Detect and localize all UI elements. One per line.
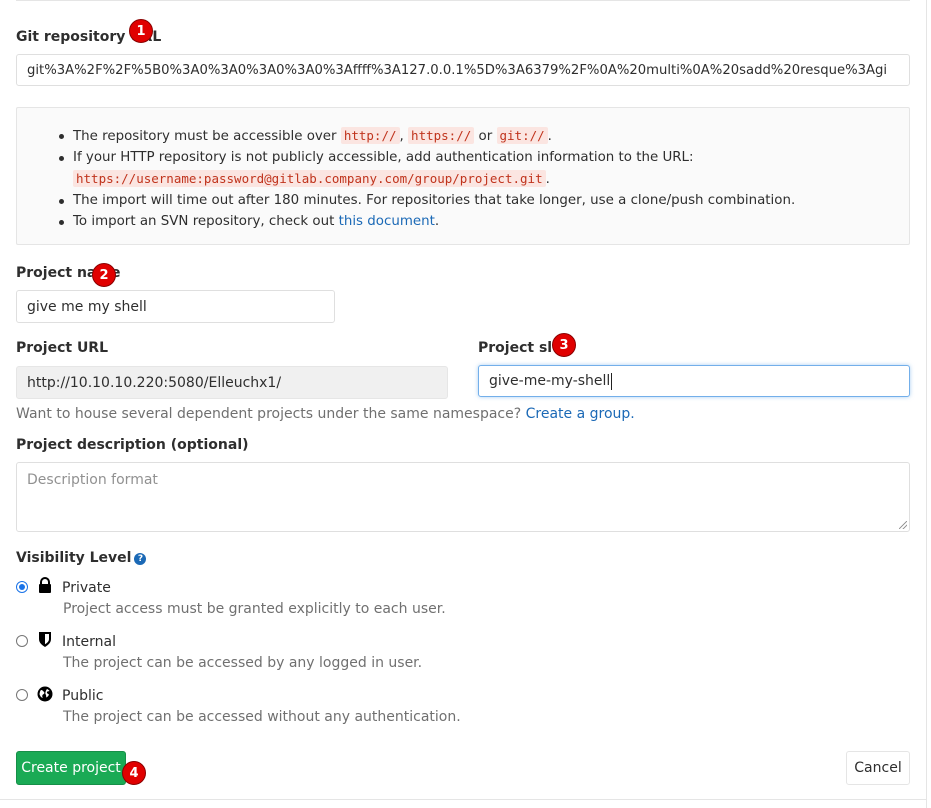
code-auth-url: https://username:password@gitlab.company… (73, 170, 546, 187)
git-url-value: git%3A%2F%2F%5B0%3A0%3A0%3A0%3A0%3Affff%… (27, 62, 888, 78)
text-caret (611, 372, 613, 390)
info-item-auth-example: https://username:password@gitlab.company… (73, 168, 903, 190)
visibility-private-desc: Project access must be granted explicitl… (63, 601, 446, 617)
visibility-private-title: Private (62, 580, 111, 596)
info-item-protocols: The repository must be accessible over h… (59, 125, 903, 147)
globe-icon (37, 686, 53, 702)
resize-grip[interactable] (899, 521, 907, 529)
annotation-marker-1: 1 (129, 19, 153, 43)
annotation-marker-4: 4 (122, 761, 146, 785)
import-info-list: The repository must be accessible over h… (59, 125, 903, 232)
code-https: https:// (408, 127, 475, 144)
cancel-button[interactable]: Cancel (846, 751, 910, 785)
project-slug-input[interactable]: give-me-my-shell (478, 365, 910, 397)
info-item-svn: To import an SVN repository, check out t… (59, 211, 903, 232)
top-divider (16, 0, 910, 1)
git-url-input[interactable]: git%3A%2F%2F%5B0%3A0%3A0%3A0%3A0%3Affff%… (16, 54, 910, 86)
annotation-marker-2: 2 (92, 263, 116, 287)
import-info-box: The repository must be accessible over h… (16, 107, 910, 245)
create-project-button[interactable]: Create project (16, 751, 126, 785)
info-item-auth: If your HTTP repository is not publicly … (59, 147, 903, 168)
lock-icon (39, 577, 51, 593)
project-name-value: give me my shell (27, 298, 147, 315)
svn-document-link[interactable]: this document (339, 214, 435, 229)
project-url-value: http://10.10.10.220:5080/Elleuchx1/ (27, 374, 282, 391)
info-item-timeout: The import will time out after 180 minut… (59, 190, 903, 211)
create-group-link[interactable]: Create a group. (526, 406, 635, 422)
visibility-public-title: Public (62, 688, 104, 704)
visibility-internal-radio[interactable] (16, 635, 28, 647)
visibility-public-desc: The project can be accessed without any … (63, 709, 461, 725)
group-help-text: Want to house several dependent projects… (16, 406, 635, 422)
visibility-public-radio[interactable] (16, 689, 28, 701)
right-border (926, 0, 927, 808)
description-placeholder: Description format (27, 472, 158, 488)
code-http: http:// (340, 127, 400, 144)
visibility-label: Visibility Level? (16, 550, 147, 566)
project-name-input[interactable]: give me my shell (16, 290, 335, 323)
bottom-divider (0, 799, 926, 800)
code-git: git:// (496, 127, 548, 144)
project-slug-value: give-me-my-shell (489, 373, 611, 389)
visibility-internal-title: Internal (62, 634, 116, 650)
question-circle-icon[interactable]: ? (134, 553, 147, 565)
project-url-input[interactable]: http://10.10.10.220:5080/Elleuchx1/ (16, 366, 448, 399)
visibility-private-radio[interactable] (16, 581, 28, 593)
description-label: Project description (optional) (16, 437, 249, 453)
project-url-label: Project URL (16, 340, 109, 356)
annotation-marker-3: 3 (552, 333, 576, 357)
visibility-internal-desc: The project can be accessed by any logge… (63, 655, 423, 671)
shield-icon (39, 632, 51, 647)
description-textarea[interactable]: Description format (16, 462, 910, 532)
